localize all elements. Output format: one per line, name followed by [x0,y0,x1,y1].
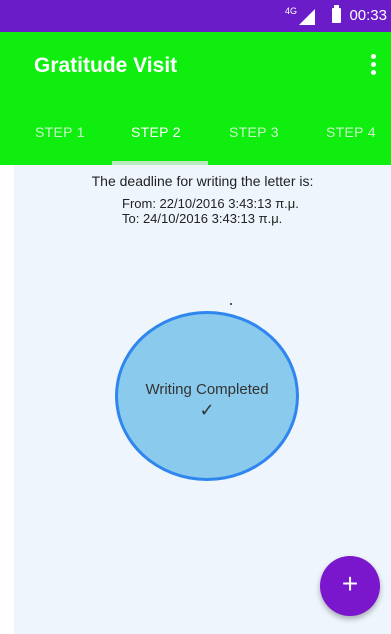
signal-icon [299,9,315,25]
overflow-menu-icon[interactable] [371,54,377,76]
deadline-heading: The deadline for writing the letter is: [91,173,314,189]
tab-step-3[interactable]: STEP 3 [229,124,279,140]
deadline-from: From: 22/10/2016 3:43:13 π.μ. [122,196,299,211]
battery-icon [332,5,341,23]
tab-step-2[interactable]: STEP 2 [131,124,181,140]
tab-step-1[interactable]: STEP 1 [35,124,85,140]
dot-mark [230,303,232,305]
tab-step-4[interactable]: STEP 4 [326,124,376,140]
writing-status-label: Writing Completed [145,381,269,398]
writing-status-circle[interactable]: Writing Completed ✓ [115,311,299,481]
deadline-to: To: 24/10/2016 3:43:13 π.μ. [122,211,283,226]
app-bar: Gratitude Visit [0,32,391,100]
tab-bar: STEP 1 STEP 2 STEP 3 STEP 4 [0,100,391,165]
add-fab-button[interactable]: + [320,556,380,616]
status-bar: 4G 00:33 [0,0,391,32]
plus-icon: + [341,568,359,599]
checkmark-icon: ✓ [199,400,215,420]
app-title: Gratitude Visit [34,54,178,77]
clock: 00:33 [349,7,387,24]
network-type-label: 4G [284,6,297,16]
